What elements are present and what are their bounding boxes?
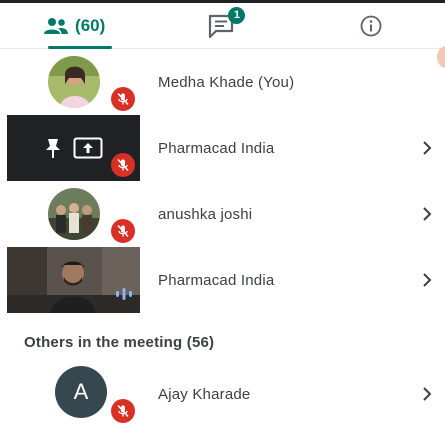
participant-thumbnail bbox=[7, 115, 140, 181]
speaking-indicator-icon bbox=[116, 288, 132, 300]
mic-off-icon bbox=[111, 219, 135, 243]
participant-row[interactable]: Medha Khade (You) bbox=[0, 49, 445, 115]
mic-off-icon bbox=[111, 87, 135, 111]
mic-off-icon bbox=[111, 153, 135, 177]
chat-icon-wrap: 1 bbox=[207, 6, 246, 39]
participant-thumbnail bbox=[7, 181, 140, 247]
avatar bbox=[48, 56, 100, 108]
unread-badge: 1 bbox=[228, 6, 246, 24]
participant-name: Pharmacad India bbox=[158, 140, 275, 157]
participant-row[interactable]: Pharmacad India bbox=[0, 115, 445, 181]
tab-info[interactable] bbox=[297, 3, 445, 48]
mic-off-icon bbox=[111, 399, 135, 423]
chevron-right-icon[interactable] bbox=[420, 206, 434, 222]
info-icon bbox=[360, 15, 382, 36]
participant-name: Medha Khade (You) bbox=[158, 74, 295, 91]
participant-thumbnail: A bbox=[7, 359, 140, 425]
letter-avatar: A bbox=[55, 366, 107, 418]
participant-name: Pharmacad India bbox=[158, 272, 275, 289]
participant-row[interactable]: anushka joshi bbox=[0, 181, 445, 247]
people-count-label: (60) bbox=[75, 15, 106, 35]
present-screen-icon bbox=[73, 137, 103, 159]
chevron-right-icon[interactable] bbox=[420, 272, 434, 288]
chevron-right-icon[interactable] bbox=[420, 386, 434, 402]
participant-video bbox=[7, 247, 140, 313]
participant-row[interactable]: Pharmacad India bbox=[0, 247, 445, 313]
meet-participants-panel: (60) 1 Medha Khade (You) Pharmacad India… bbox=[0, 0, 445, 430]
tab-bar: (60) 1 bbox=[0, 3, 445, 49]
video-frame bbox=[7, 247, 140, 313]
tab-people[interactable]: (60) bbox=[0, 3, 148, 49]
participant-thumbnail bbox=[7, 49, 140, 115]
people-icon bbox=[44, 17, 69, 34]
pin-icon bbox=[46, 139, 60, 158]
chevron-right-icon[interactable] bbox=[420, 140, 434, 156]
avatar bbox=[48, 188, 100, 240]
participant-name: Ajay Kharade bbox=[158, 386, 251, 403]
tab-chat[interactable]: 1 bbox=[148, 3, 296, 48]
participant-row[interactable]: A Ajay Kharade bbox=[0, 359, 445, 425]
participant-name: anushka joshi bbox=[158, 206, 253, 223]
others-section-title: Others in the meeting (56) bbox=[24, 334, 215, 351]
